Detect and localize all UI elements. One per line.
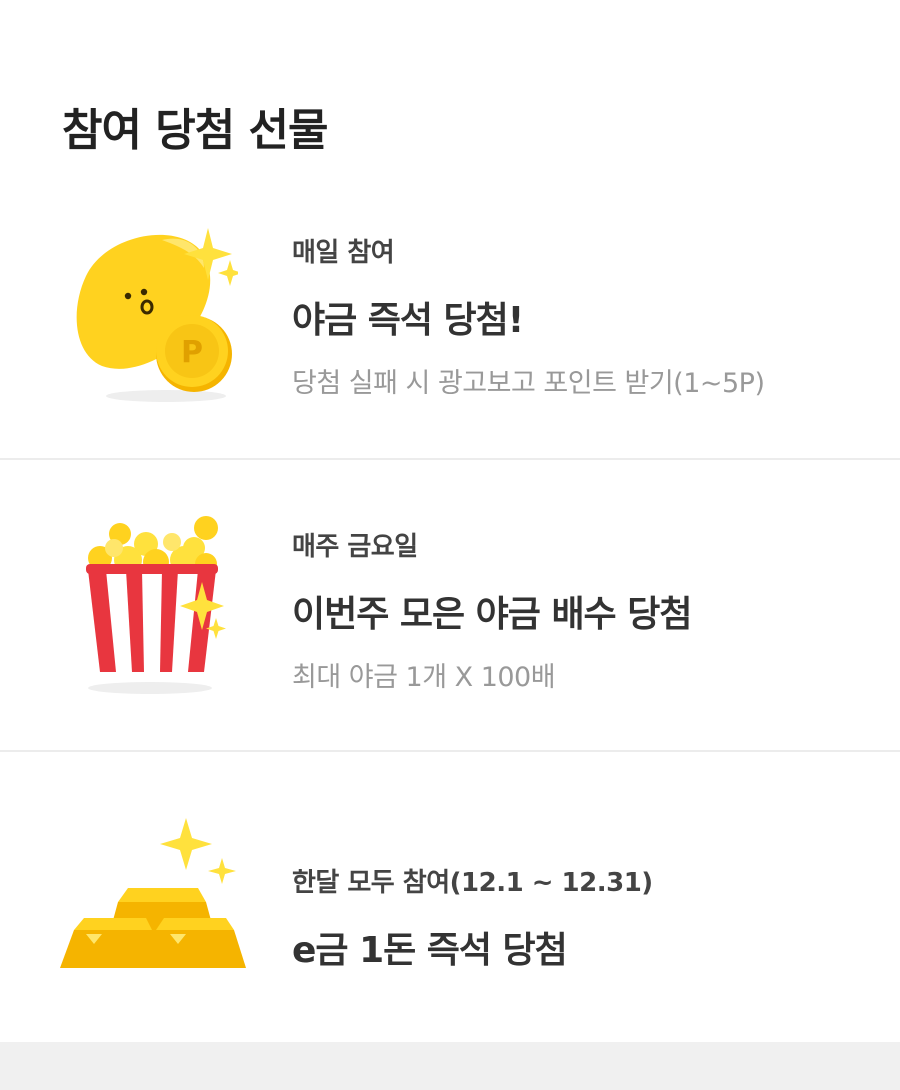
popcorn-bucket-icon bbox=[86, 516, 226, 694]
reward-description: 당첨 실패 시 광고보고 포인트 받기(1~5P) bbox=[292, 368, 765, 399]
reward-description: 최대 야금 1개 X 100배 bbox=[292, 662, 556, 693]
gold-bars-icon bbox=[60, 818, 246, 968]
reward-item-daily[interactable]: P 매일 참여 야금 즉석 당첨! 당첨 실패 시 광고보고 포인트 받기(1~… bbox=[0, 166, 900, 460]
yagum-character-with-coin-icon: P bbox=[76, 228, 238, 402]
reward-period: 매주 금요일 bbox=[292, 532, 418, 562]
reward-item-weekly[interactable]: 매주 금요일 이번주 모은 야금 배수 당첨 최대 야금 1개 X 100배 bbox=[0, 460, 900, 752]
reward-text-monthly: 한달 모두 참여(12.1 ~ 12.31) e금 1돈 즉석 당첨 bbox=[292, 862, 653, 973]
reward-headline: e금 1돈 즉석 당첨 bbox=[292, 930, 568, 971]
footer-band bbox=[0, 1042, 900, 1090]
reward-period: 매일 참여 bbox=[292, 238, 395, 268]
page-title: 참여 당첨 선물 bbox=[62, 105, 329, 156]
reward-list: P 매일 참여 야금 즉석 당첨! 당첨 실패 시 광고보고 포인트 받기(1~… bbox=[0, 166, 900, 1042]
svg-text:P: P bbox=[181, 335, 203, 370]
reward-text-weekly: 매주 금요일 이번주 모은 야금 배수 당첨 최대 야금 1개 X 100배 bbox=[292, 526, 692, 694]
reward-text-daily: 매일 참여 야금 즉석 당첨! 당첨 실패 시 광고보고 포인트 받기(1~5P… bbox=[292, 232, 765, 400]
reward-headline: 야금 즉석 당첨! bbox=[292, 300, 524, 341]
reward-period: 한달 모두 참여(12.1 ~ 12.31) bbox=[292, 868, 653, 898]
reward-item-monthly[interactable]: 한달 모두 참여(12.1 ~ 12.31) e금 1돈 즉석 당첨 bbox=[0, 752, 900, 1042]
reward-headline: 이번주 모은 야금 배수 당첨 bbox=[292, 594, 692, 635]
